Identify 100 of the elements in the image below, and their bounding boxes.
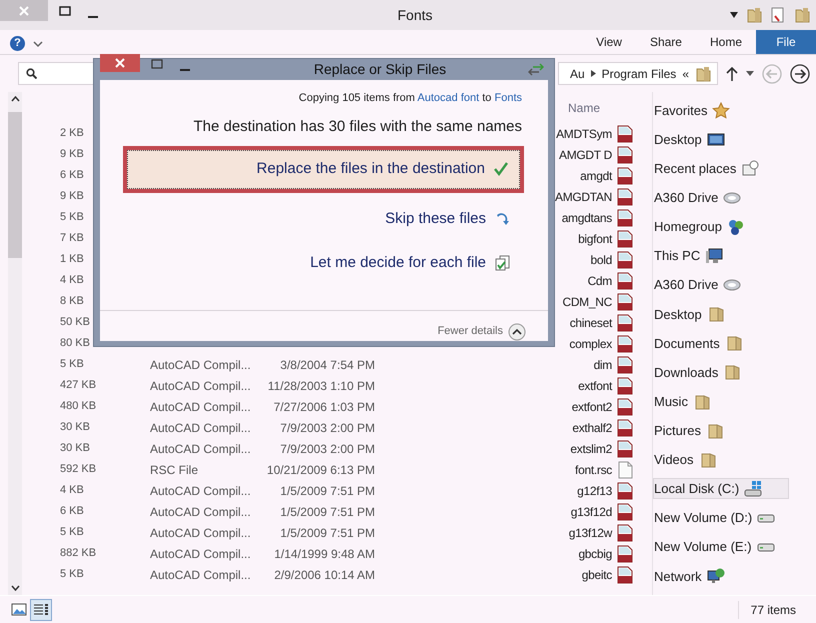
- file-name[interactable]: extfont: [375, 376, 617, 394]
- star-icon: [712, 102, 730, 120]
- option-button[interactable]: Let me decide for each file: [123, 245, 524, 282]
- font-file-icon: [617, 124, 633, 142]
- file-tab[interactable]: File: [756, 30, 816, 54]
- item-count: 77 items: [738, 600, 796, 618]
- nav-item[interactable]: Videos: [653, 449, 744, 470]
- column-header[interactable]: Name: [568, 98, 600, 116]
- skip-arrow-icon: [494, 210, 510, 227]
- folder-icon: [724, 334, 743, 352]
- overflow-chevron[interactable]: «: [682, 64, 689, 82]
- dropdown-caret-icon[interactable]: [730, 12, 738, 18]
- search-icon: [26, 68, 37, 79]
- nav-item[interactable]: Desktop: [653, 129, 752, 150]
- nav-item[interactable]: Music: [653, 391, 738, 412]
- font-file-icon: [617, 314, 633, 332]
- drive-icon: [757, 514, 776, 523]
- properties-icon[interactable]: [770, 7, 786, 23]
- chevron-down-icon[interactable]: [33, 40, 43, 48]
- font-file-icon: [617, 146, 633, 164]
- file-name[interactable]: gbeitc: [375, 566, 617, 584]
- file-name[interactable]: extslim2: [375, 440, 617, 458]
- source-link[interactable]: Autocad font: [417, 92, 480, 104]
- scroll-up-icon: [10, 96, 20, 102]
- nav-item[interactable]: Local Disk (C:): [653, 478, 790, 500]
- file-name[interactable]: exthalf2: [375, 418, 617, 436]
- nav-item[interactable]: Favorites: [653, 100, 748, 121]
- folder-icon: [692, 392, 711, 411]
- dropdown-caret-icon[interactable]: [746, 71, 754, 76]
- type-cell-text: AutoCAD Compil...: [150, 440, 252, 458]
- nav-item[interactable]: Desktop: [653, 304, 752, 325]
- font-file-icon: [617, 208, 633, 226]
- destination-link[interactable]: Fonts: [494, 92, 522, 104]
- font-file-icon: [617, 398, 633, 416]
- maximize-icon: [59, 6, 71, 16]
- nav-item[interactable]: A360 Drive: [653, 274, 768, 296]
- details-toggle[interactable]: Fewer details: [100, 310, 548, 340]
- type-cell-text: AutoCAD Compil...: [150, 398, 252, 416]
- folder-icon: [723, 363, 742, 382]
- font-file-icon: [617, 188, 633, 206]
- breadcrumb-link[interactable]: Program Files: [602, 64, 676, 82]
- size-cell-text: 6 KB: [60, 504, 85, 520]
- font-file-icon: [617, 250, 633, 268]
- up-arrow-icon[interactable]: [726, 66, 738, 80]
- size-cell-text: 80 KB: [60, 336, 91, 352]
- scrollbar[interactable]: [8, 92, 22, 595]
- ribbon-tab[interactable]: Home: [696, 30, 756, 54]
- conflict-message: The destination has 30 files with the same names: [192, 116, 523, 136]
- folder-icon[interactable]: [746, 7, 762, 23]
- font-file-icon: [617, 292, 633, 310]
- size-cell-text: 592 KB: [60, 462, 98, 478]
- homegroup-icon: [726, 218, 745, 236]
- scrollbar-thumb[interactable]: [8, 112, 22, 258]
- chevron-right-icon: [590, 70, 596, 77]
- file-name[interactable]: extfont2: [375, 398, 617, 416]
- copy-icon: [528, 62, 544, 76]
- file-name[interactable]: gbcbig: [375, 544, 617, 562]
- nav-item[interactable]: Homegroup: [653, 216, 762, 238]
- option-button[interactable]: Skip these files: [123, 200, 524, 237]
- size-cell-text: 1 KB: [60, 252, 85, 268]
- nav-item[interactable]: New Volume (E:): [653, 536, 802, 558]
- close-icon: [114, 57, 126, 69]
- file-name[interactable]: g12f13: [375, 482, 617, 500]
- nav-item[interactable]: Recent places: [653, 158, 786, 180]
- help-icon[interactable]: ?: [10, 36, 25, 51]
- font-file-icon: [617, 502, 633, 520]
- date-cell-text: 1/5/2009 7:51 PM: [279, 524, 375, 542]
- details-view-button[interactable]: [30, 598, 52, 620]
- ribbon-tab[interactable]: View: [582, 30, 636, 54]
- nav-item[interactable]: Network: [653, 566, 742, 587]
- type-cell-text: AutoCAD Compil...: [150, 566, 252, 584]
- nav-item[interactable]: Pictures: [653, 420, 751, 442]
- type-cell-text: AutoCAD Compil...: [150, 482, 252, 500]
- date-cell-text: 1/14/1999 9:48 AM: [273, 546, 375, 562]
- check-icon: [493, 161, 509, 178]
- nav-item[interactable]: New Volume (D:): [653, 508, 802, 529]
- dialog-title: Replace or Skip Files: [312, 60, 448, 79]
- address-field[interactable]: Au Program Files «: [558, 62, 718, 85]
- file-name[interactable]: g13f12w: [375, 524, 617, 542]
- size-cell-text: 427 KB: [60, 378, 98, 394]
- option-button[interactable]: Replace the files in the destination: [123, 146, 524, 192]
- file-name[interactable]: g13f12d: [375, 502, 617, 520]
- date-cell-text: 7/9/2003 2:00 PM: [279, 440, 375, 458]
- nav-item[interactable]: This PC: [653, 246, 740, 267]
- nav-item[interactable]: A360 Drive: [653, 187, 768, 208]
- file-name[interactable]: dim: [375, 356, 617, 374]
- size-cell-text: 5 KB: [60, 567, 85, 582]
- breadcrumb-link[interactable]: Au: [570, 64, 585, 82]
- ribbon-tab[interactable]: Share: [636, 30, 696, 54]
- close-button[interactable]: [100, 54, 140, 72]
- size-cell-text: 8 KB: [60, 294, 85, 310]
- file-name[interactable]: font.rsc: [375, 460, 617, 478]
- font-file-icon: [617, 376, 633, 394]
- nav-item[interactable]: Downloads: [653, 362, 768, 383]
- size-cell-text: 9 KB: [60, 189, 85, 204]
- nav-item[interactable]: Documents: [653, 332, 770, 354]
- folder-icon[interactable]: [794, 7, 810, 23]
- maximize-button[interactable]: [58, 4, 72, 18]
- font-file-icon: [617, 482, 633, 500]
- maximize-button[interactable]: [150, 56, 164, 70]
